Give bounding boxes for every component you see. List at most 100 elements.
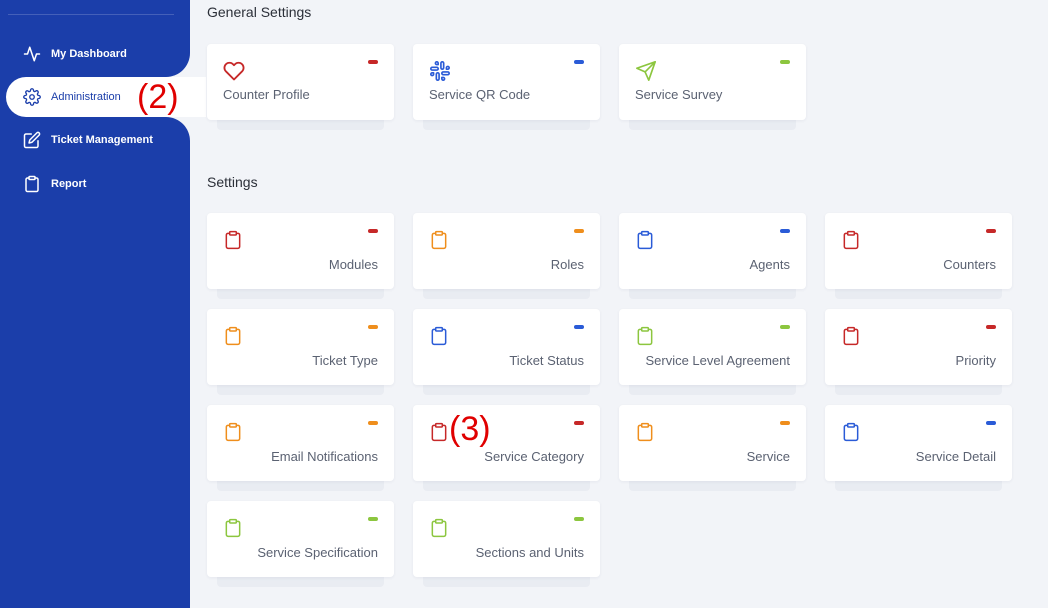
annotation-marker: (3) [449,410,491,448]
card-wrapper: Modules [207,213,394,299]
card-service-category[interactable]: Service Category [413,405,600,481]
card-label: Email Notifications [271,449,378,464]
card-wrapper: Service Category [413,405,600,491]
card-wrapper: Service QR Code [413,44,600,130]
heart-icon [223,60,245,82]
card-label: Roles [550,257,584,272]
color-indicator [574,325,584,329]
card-label: Service Survey [635,87,723,102]
sidebar-item-label: Administration [51,91,121,103]
section-title-settings: Settings [207,174,258,190]
color-indicator [368,325,378,329]
card-wrapper: Priority [825,309,1012,395]
color-indicator [368,229,378,233]
color-indicator [986,325,996,329]
clipboard-icon [429,325,451,347]
card-wrapper: Ticket Status [413,309,600,395]
clipboard-icon [635,229,657,251]
card-label: Service Detail [915,449,996,464]
card-wrapper: Service Survey [619,44,806,130]
card-ticket-type[interactable]: Ticket Type [207,309,394,385]
sidebar-item-label: Report [51,178,87,190]
clipboard-icon [429,229,451,251]
sidebar-item-label: Ticket Management [51,134,153,146]
slack-icon [429,60,451,82]
card-wrapper: Service Specification [207,501,394,587]
card-wrapper: Ticket Type [207,309,394,395]
clipboard-icon [429,517,451,539]
color-indicator [780,229,790,233]
card-counters[interactable]: Counters [825,213,1012,289]
color-indicator [368,517,378,521]
card-service-detail[interactable]: Service Detail [825,405,1012,481]
card-ticket-status[interactable]: Ticket Status [413,309,600,385]
card-label: Counter Profile [223,87,310,102]
card-wrapper: Sections and Units [413,501,600,587]
card-label: Service Specification [257,545,378,560]
card-wrapper: Counter Profile [207,44,394,130]
send-icon [635,60,657,82]
card-wrapper: Agents [619,213,806,299]
card-sections-and-units[interactable]: Sections and Units [413,501,600,577]
card-service-qr-code[interactable]: Service QR Code [413,44,600,120]
color-indicator [986,229,996,233]
color-indicator [780,325,790,329]
clipboard-icon [223,421,245,443]
card-agents[interactable]: Agents [619,213,806,289]
clipboard-icon [635,325,657,347]
card-service[interactable]: Service [619,405,806,481]
card-priority[interactable]: Priority [825,309,1012,385]
card-email-notifications[interactable]: Email Notifications [207,405,394,481]
card-label: Service Category [484,449,584,464]
card-label: Service Level Agreement [645,353,790,368]
clipboard-icon [635,421,657,443]
sidebar-item-my-dashboard[interactable]: My Dashboard [0,34,190,74]
color-indicator [780,421,790,425]
clipboard-icon [429,421,451,443]
card-wrapper: Email Notifications [207,405,394,491]
card-wrapper: Roles [413,213,600,299]
card-label: Service [746,449,790,464]
card-label: Service QR Code [429,87,531,102]
card-label: Counters [943,257,996,272]
clipboard-icon [22,174,42,194]
card-wrapper: Counters [825,213,1012,299]
sidebar-divider [8,14,174,15]
edit-icon [22,130,42,150]
card-label: Ticket Status [509,353,584,368]
card-service-specification[interactable]: Service Specification [207,501,394,577]
clipboard-icon [841,325,863,347]
section-title-general-settings: General Settings [207,4,312,20]
card-service-level-agreement[interactable]: Service Level Agreement [619,309,806,385]
color-indicator [574,229,584,233]
clipboard-icon [223,325,245,347]
activity-icon [22,44,42,64]
color-indicator [574,517,584,521]
card-label: Agents [749,257,790,272]
card-label: Priority [955,353,996,368]
sidebar-item-report[interactable]: Report [0,164,190,204]
color-indicator [574,421,584,425]
card-wrapper: Service Level Agreement [619,309,806,395]
sidebar-item-ticket-management[interactable]: Ticket Management [0,120,190,160]
color-indicator [368,60,378,64]
card-service-survey[interactable]: Service Survey [619,44,806,120]
card-wrapper: Service [619,405,806,491]
card-modules[interactable]: Modules [207,213,394,289]
annotation-marker: (2) [137,78,179,116]
color-indicator [986,421,996,425]
card-roles[interactable]: Roles [413,213,600,289]
gear-icon [22,87,42,107]
clipboard-icon [841,229,863,251]
color-indicator [368,421,378,425]
card-label: Ticket Type [312,353,378,368]
card-label: Sections and Units [475,545,584,560]
color-indicator [780,60,790,64]
card-label: Modules [328,257,378,272]
clipboard-icon [223,229,245,251]
clipboard-icon [841,421,863,443]
clipboard-icon [223,517,245,539]
color-indicator [574,60,584,64]
card-counter-profile[interactable]: Counter Profile [207,44,394,120]
card-wrapper: Service Detail [825,405,1012,491]
